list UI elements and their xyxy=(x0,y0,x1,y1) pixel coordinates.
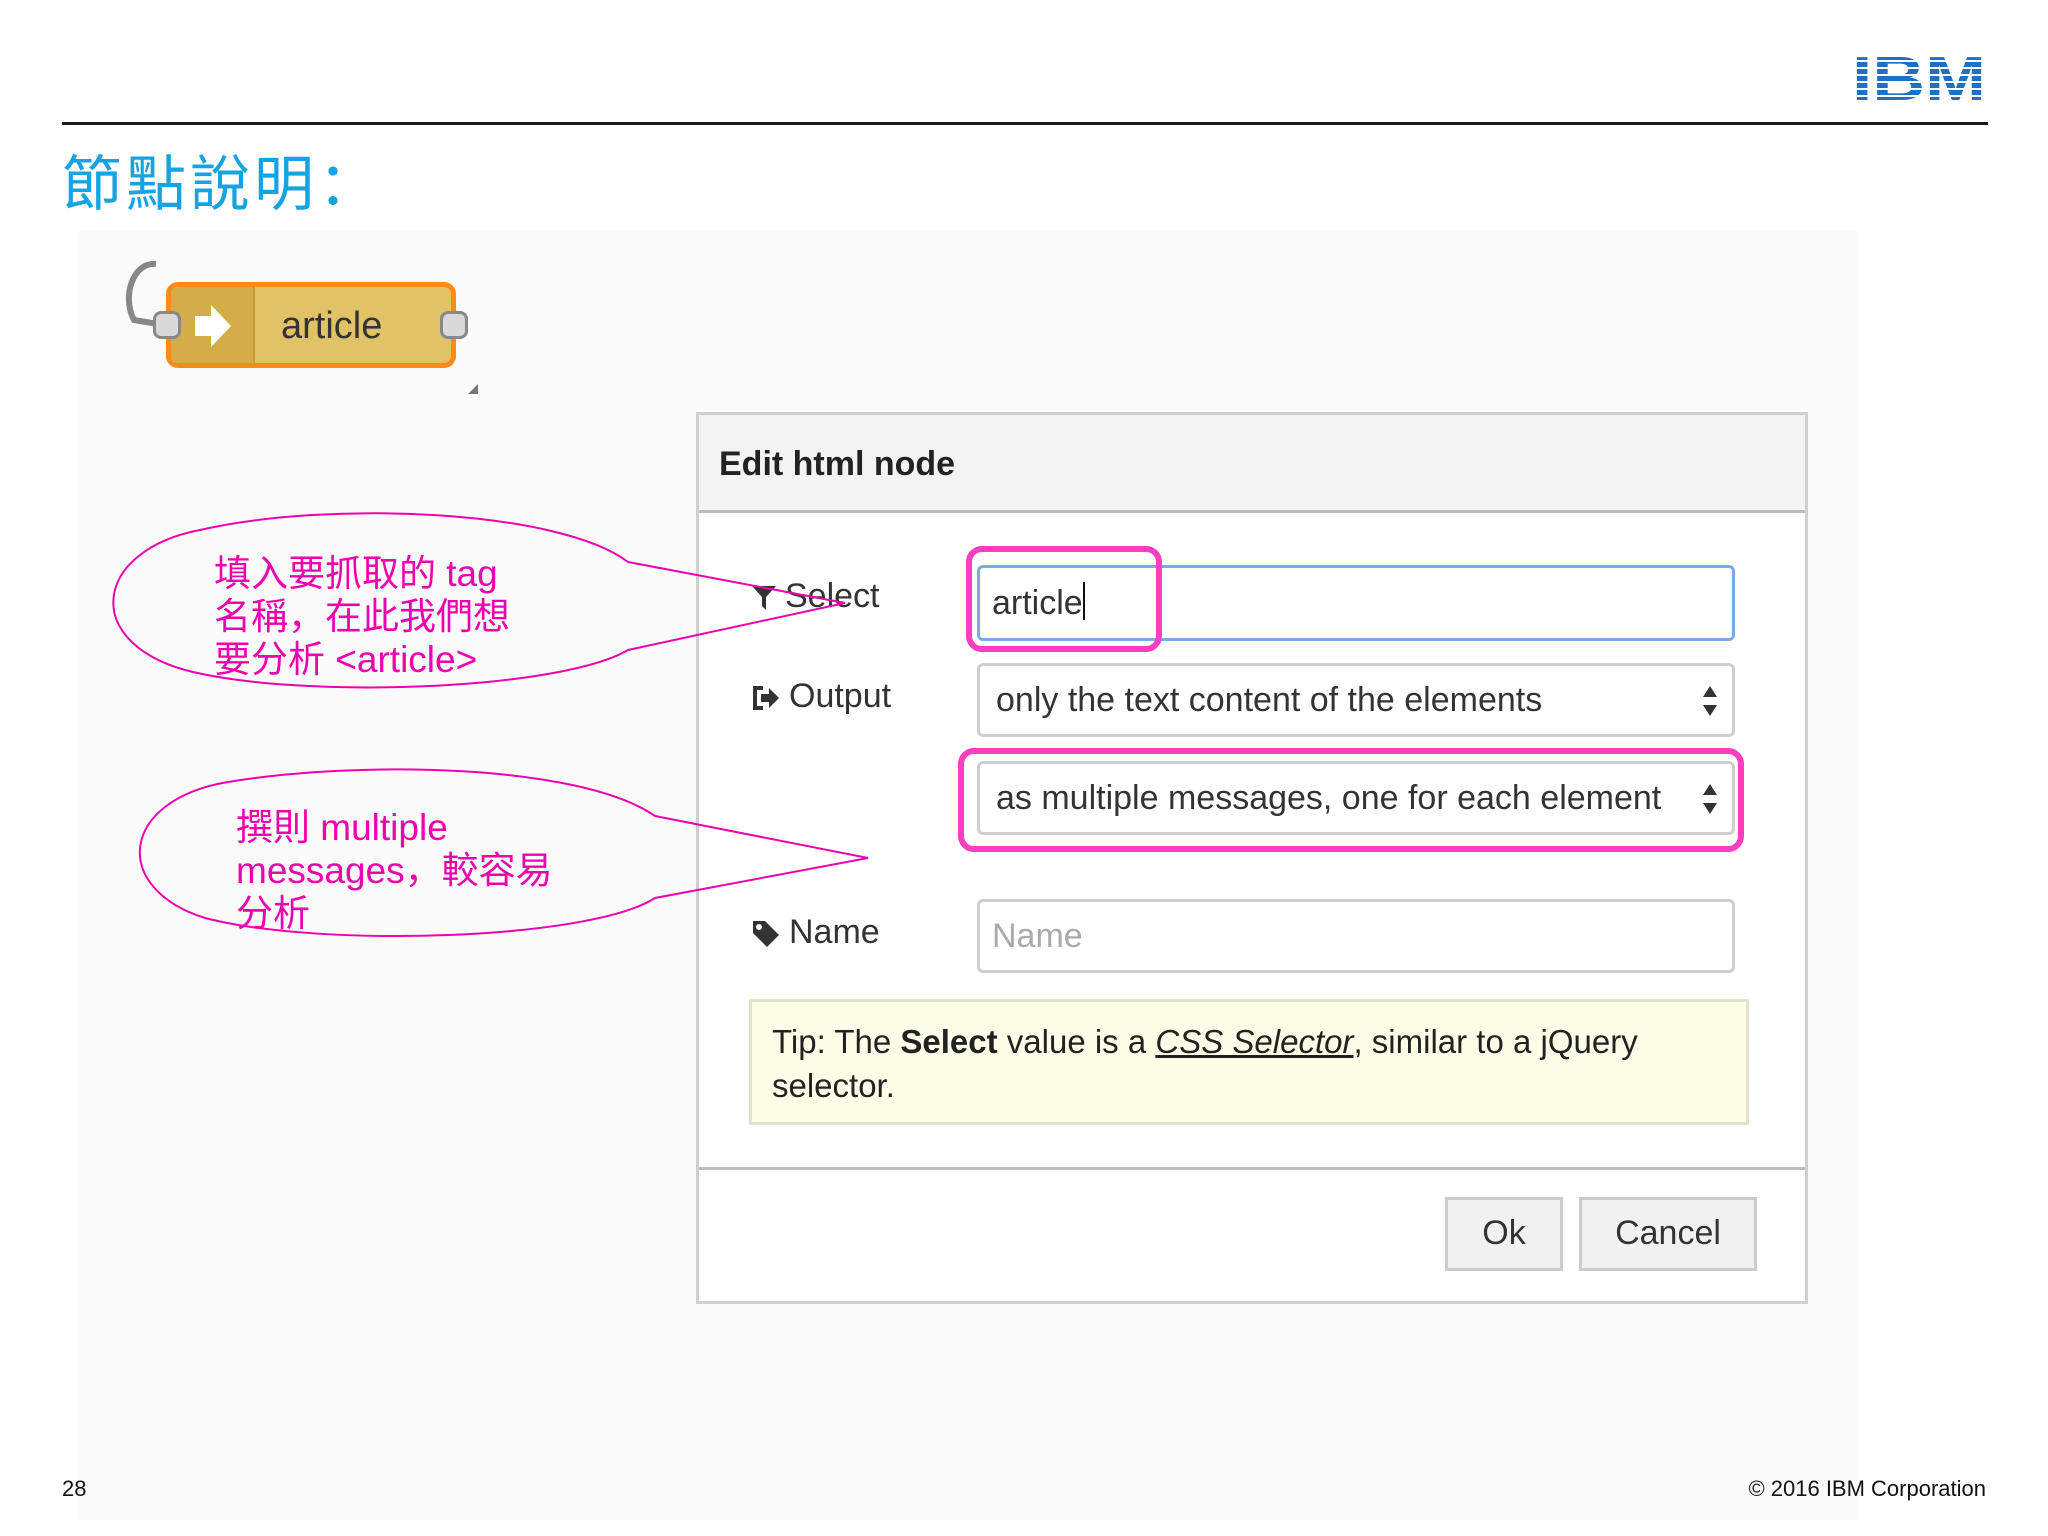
copyright-notice: © 2016 IBM Corporation xyxy=(1748,1476,1986,1501)
output-mode-highlight-box xyxy=(958,748,1744,852)
callout-line: 名稱，在此我們想 xyxy=(214,596,510,637)
ibm-logo: IBM xyxy=(1852,48,1986,104)
callout-select-note: 填入要抓取的 tag 名稱，在此我們想 要分析 <article> xyxy=(214,552,510,681)
ibm-logo-text: IBM xyxy=(1852,48,1986,104)
tip-prefix: Tip: The xyxy=(772,1023,901,1060)
dialog-footer-divider xyxy=(699,1167,1805,1170)
select-arrows-icon xyxy=(1703,686,1717,716)
tip-bold-term: Select xyxy=(900,1023,998,1060)
cancel-button[interactable]: Cancel xyxy=(1579,1197,1757,1271)
callout-line: 分析 xyxy=(236,893,310,934)
page-number: 28 xyxy=(62,1476,87,1501)
ok-button[interactable]: Ok xyxy=(1445,1197,1563,1271)
callout-line: 要分析 <article> xyxy=(214,639,478,680)
tip-middle: value is a xyxy=(997,1023,1156,1060)
tip-box: Tip: The Select value is a CSS Selector,… xyxy=(749,999,1749,1125)
callout-line: 撰則 multiple xyxy=(236,807,448,848)
callout-output-note: 撰則 multiple messages，較容易 分析 xyxy=(236,806,553,935)
callout-line: 填入要抓取的 tag xyxy=(214,553,498,594)
output-content-value: only the text content of the elements xyxy=(996,681,1543,719)
output-content-select[interactable]: only the text content of the elements xyxy=(977,663,1735,737)
css-selector-link[interactable]: CSS Selector xyxy=(1155,1023,1353,1060)
name-input[interactable] xyxy=(992,917,1720,956)
name-field[interactable] xyxy=(977,899,1735,973)
callout-line: messages，較容易 xyxy=(236,850,553,891)
